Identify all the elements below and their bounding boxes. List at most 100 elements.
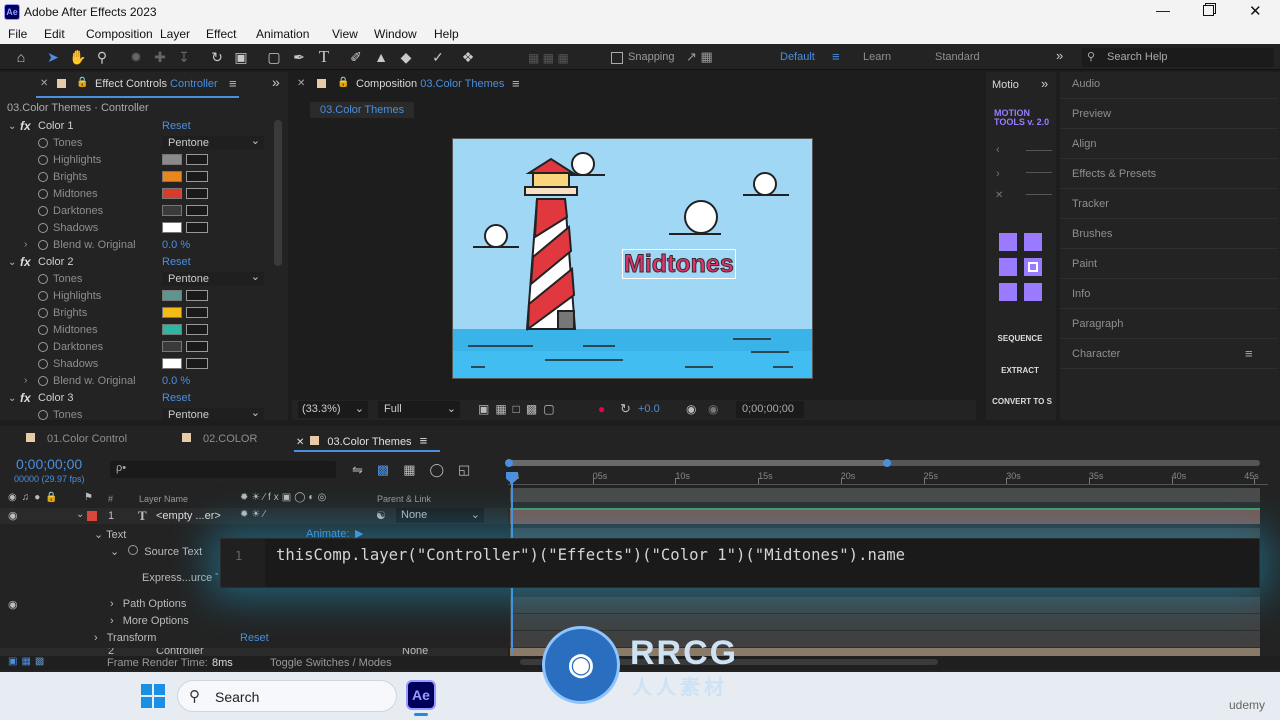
anchor-mid-left-icon[interactable] (999, 258, 1017, 276)
pan-tool-icon[interactable]: ✚ (150, 47, 170, 67)
workspace-standard[interactable]: Standard (935, 51, 980, 63)
panel-paragraph[interactable]: Paragraph (1072, 318, 1123, 330)
rectangle-tool-icon[interactable]: ▢ (264, 47, 284, 67)
layer-label-color[interactable] (87, 511, 97, 521)
toggle-switches-button[interactable]: Toggle Switches / Modes (270, 657, 392, 669)
color-swatch[interactable] (162, 358, 182, 369)
eraser-tool-icon[interactable]: ◆ (396, 47, 416, 67)
fx-icon[interactable]: fx (20, 255, 31, 269)
slider-track[interactable] (1026, 172, 1052, 173)
snapshot-icon[interactable]: ◉ (686, 402, 696, 416)
color-swatch[interactable] (162, 290, 182, 301)
orbit-tool-icon[interactable]: ✹ (126, 47, 146, 67)
workspace-overflow-icon[interactable]: » (1056, 48, 1063, 63)
panel-tracker[interactable]: Tracker (1072, 198, 1109, 210)
eyedropper-icon[interactable] (186, 222, 208, 233)
canvas-text[interactable]: Midtones (622, 249, 736, 279)
sequence-button[interactable]: SEQUENCE (988, 334, 1052, 343)
work-area-start-handle[interactable] (505, 459, 513, 467)
effect-reset[interactable]: Reset (162, 392, 191, 404)
eyedropper-icon[interactable] (186, 171, 208, 182)
extract-button[interactable]: EXTRACT (988, 366, 1052, 375)
anchor-center-icon[interactable] (1024, 258, 1042, 276)
rotate-tool-icon[interactable]: ↻ (207, 47, 227, 67)
parent-dropdown[interactable]: None ⌄ (396, 508, 484, 523)
layer-row-1[interactable]: ◉ ⌄ 1 T <empty ...er> ✹☀∕ ☯ None ⌄ (0, 508, 508, 524)
stopwatch-icon[interactable] (38, 172, 48, 182)
expand-chevron-icon[interactable]: ⌄ (8, 121, 16, 132)
reset-exposure-icon[interactable]: ↻ (620, 401, 631, 417)
expand-chevron-icon[interactable]: ⌄ (76, 509, 84, 520)
eyedropper-icon[interactable] (186, 341, 208, 352)
stopwatch-icon[interactable] (38, 359, 48, 369)
menu-item-composition[interactable]: Composition (86, 27, 153, 41)
panel-align[interactable]: Align (1072, 138, 1096, 150)
panel-preview[interactable]: Preview (1072, 108, 1111, 120)
slider-track[interactable] (1026, 150, 1052, 151)
stopwatch-icon[interactable] (38, 342, 48, 352)
menu-item-effect[interactable]: Effect (206, 27, 236, 41)
tones-dropdown[interactable]: Pentone ⌄ (162, 135, 264, 150)
expand-chevron-icon[interactable]: › (24, 375, 27, 386)
stopwatch-icon[interactable] (38, 189, 48, 199)
tones-dropdown[interactable]: Pentone ⌄ (162, 271, 264, 286)
menu-item-view[interactable]: View (332, 27, 358, 41)
character-menu-icon[interactable]: ≡ (1245, 346, 1253, 361)
menu-item-file[interactable]: File (8, 27, 27, 41)
stopwatch-icon[interactable] (38, 206, 48, 216)
expand-chevron-icon[interactable]: ⌄ (8, 393, 16, 404)
search-help-box[interactable]: ⚲ Search Help (1082, 48, 1274, 67)
timeline-timecode[interactable]: 0;00;00;00 (16, 456, 82, 472)
resolution-dropdown[interactable]: Full ⌄ (378, 401, 460, 418)
workspace-default[interactable]: Default (780, 51, 815, 63)
expand-chevron-icon[interactable]: ⌄ (8, 257, 16, 268)
view-options-icons[interactable]: ▣▦□▩▢ (478, 402, 561, 416)
close-icon[interactable]: ✕ (296, 437, 304, 448)
color-swatch[interactable] (162, 188, 182, 199)
fx-icon[interactable]: fx (20, 119, 31, 133)
panel-menu-icon[interactable]: ≡ (229, 76, 237, 91)
panel-info[interactable]: Info (1072, 288, 1090, 300)
anchor-tool-icon[interactable]: ▣ (231, 47, 251, 67)
anchor-bottom-left-icon[interactable] (999, 283, 1017, 301)
work-area-range[interactable] (508, 460, 888, 466)
ae-taskbar-icon[interactable]: Ae (406, 680, 436, 710)
breadcrumb[interactable]: 03.Color Themes (310, 102, 415, 118)
menu-item-help[interactable]: Help (434, 27, 459, 41)
snapping-checkbox[interactable] (611, 52, 623, 64)
layer-visibility-icon[interactable]: ◉ (8, 598, 18, 611)
stopwatch-icon[interactable] (38, 138, 48, 148)
anchor-grid[interactable] (998, 232, 1052, 304)
effect-reset[interactable]: Reset (162, 120, 191, 132)
color-swatch[interactable] (162, 341, 182, 352)
anchor-top-right-icon[interactable] (1024, 233, 1042, 251)
clone-tool-icon[interactable]: ▲ (371, 47, 391, 67)
transform-row[interactable]: › Transform (94, 632, 156, 644)
stopwatch-icon[interactable] (38, 274, 48, 284)
timeline-tab-1[interactable]: 01.Color Control (26, 433, 127, 447)
stopwatch-icon[interactable] (38, 376, 48, 386)
zoom-dropdown[interactable]: (33.3%) ⌄ (298, 401, 368, 418)
taskbar-search[interactable]: ⚲ Search (177, 680, 397, 712)
panel-character[interactable]: Character (1072, 348, 1120, 360)
color-channels-icon[interactable]: ● (598, 402, 605, 416)
restore-icon[interactable] (1203, 5, 1214, 16)
show-snapshot-icon[interactable]: ◉ (708, 402, 718, 416)
anchor-top-left-icon[interactable] (999, 233, 1017, 251)
layer-switches-icons[interactable]: ✹☀∕ (240, 509, 268, 520)
brush-tool-icon[interactable]: ✐ (346, 47, 366, 67)
current-time[interactable]: 0;00;00;00 (736, 401, 804, 418)
panel-overflow-icon[interactable]: » (272, 74, 280, 90)
comp-canvas[interactable]: Midtones (452, 138, 813, 379)
blend-value[interactable]: 0.0 % (162, 375, 190, 387)
stopwatch-icon[interactable] (38, 291, 48, 301)
lock-icon[interactable]: 🔒 (337, 77, 349, 88)
layer-row-2[interactable]: 2 Controller None (0, 648, 508, 656)
panel-paint[interactable]: Paint (1072, 258, 1097, 270)
panel-overflow-icon[interactable]: » (1041, 76, 1048, 91)
stopwatch-icon[interactable] (38, 308, 48, 318)
timeline-tab-3[interactable]: ✕ 03.Color Themes ≡ (296, 433, 427, 448)
eyedropper-icon[interactable] (186, 154, 208, 165)
close-icon[interactable]: ✕ (1249, 2, 1262, 20)
scrollbar[interactable] (274, 120, 282, 266)
